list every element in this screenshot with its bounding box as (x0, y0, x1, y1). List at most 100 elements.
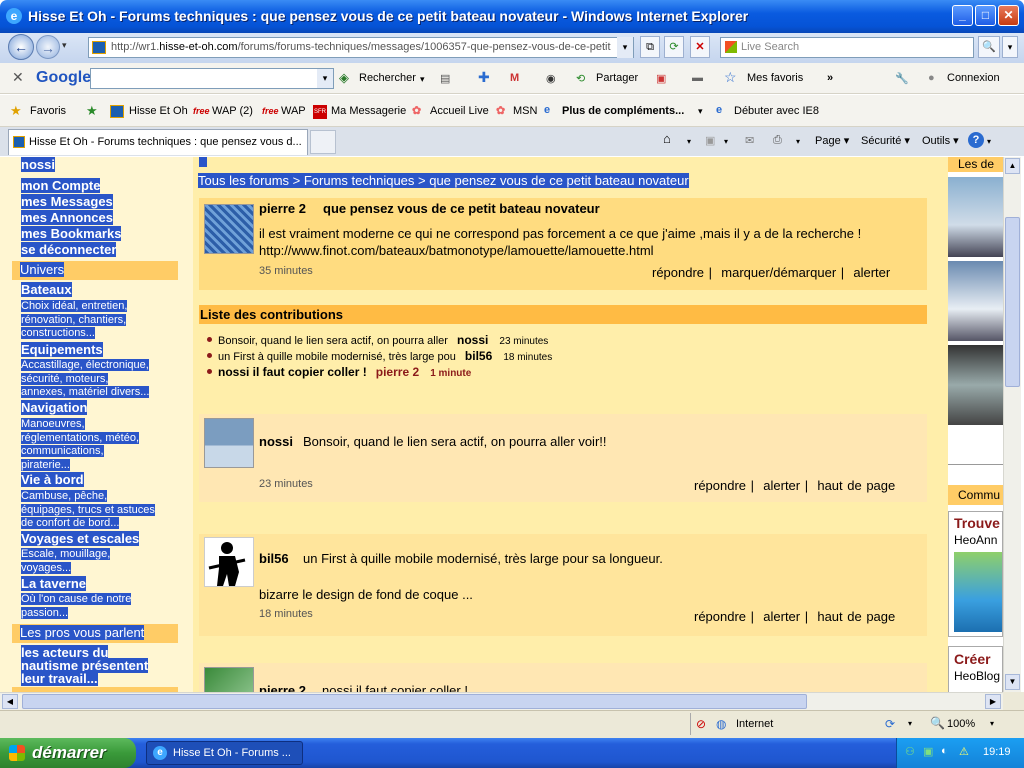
fav-debuter-ie8[interactable]: Débuter avec IE8 (734, 105, 819, 117)
horizontal-scroll-thumb[interactable] (22, 694, 807, 709)
network-icon[interactable]: ⚇ (905, 745, 915, 758)
security-menu[interactable]: Sécurité ▾ (861, 134, 910, 147)
boat-photo[interactable] (948, 177, 1003, 257)
sidebar-username[interactable]: nossi (21, 157, 55, 173)
sidewiki-icon[interactable]: ▬ (692, 72, 703, 84)
vertical-scrollbar[interactable]: ▲ ▼ (1003, 157, 1021, 692)
section-navigation-desc[interactable]: Manoeuvres, réglementations, météo, comm… (21, 418, 140, 472)
mail-icon[interactable]: ✉ (745, 134, 754, 147)
scroll-down-icon[interactable]: ▼ (1005, 674, 1020, 690)
help-icon[interactable]: ? (968, 132, 984, 148)
fav-wap[interactable]: WAP (281, 105, 306, 117)
post-author[interactable]: nossi (259, 434, 293, 449)
boat-photo[interactable] (948, 345, 1003, 425)
back-button[interactable]: ← (8, 34, 34, 60)
reply-link[interactable]: répondre (652, 265, 704, 280)
more-chevron-icon[interactable]: » (827, 72, 833, 84)
battery-icon[interactable]: ▣ (923, 745, 933, 758)
section-vie-a-bord-desc[interactable]: Cambuse, pêche, équipages, trucs et astu… (21, 490, 155, 531)
section-equipements-desc[interactable]: Accastillage, électronique, sécurité, mo… (21, 359, 150, 400)
section-navigation[interactable]: Navigation (21, 400, 88, 416)
protected-mode-icon[interactable]: ⟳ (885, 717, 895, 731)
login-button[interactable]: Connexion (947, 72, 1000, 84)
blog-box[interactable]: Créer HeoBlog (948, 646, 1003, 692)
scroll-up-icon[interactable]: ▲ (1005, 158, 1020, 174)
search-options-icon[interactable]: ▾ (1002, 36, 1018, 58)
feeds-dropdown-icon[interactable]: ▾ (724, 137, 728, 146)
maximize-button[interactable]: □ (975, 5, 996, 26)
volume-icon[interactable]: ◐ (941, 745, 948, 757)
address-bar[interactable]: http://wr1.hisse-et-oh.com/forums/forums… (88, 37, 634, 58)
post-author[interactable]: bil56 (259, 551, 289, 566)
top-of-page-link[interactable]: haut de page (817, 478, 895, 493)
toolbar-page-icon[interactable]: ▤ (440, 72, 450, 85)
section-voyages-desc[interactable]: Escale, mouillage, voyages... (21, 548, 111, 575)
my-favorites-button[interactable]: Mes favoris (747, 72, 803, 84)
taskbar-ie-window[interactable]: e Hisse Et Oh - Forums ... (146, 741, 303, 765)
addons-dropdown-icon[interactable]: ▾ (698, 106, 703, 117)
link-mes-annonces[interactable]: mes Annonces (21, 210, 113, 226)
section-equipements[interactable]: Equipements (21, 342, 103, 358)
breadcrumb[interactable]: Tous les forums > Forums techniques > qu… (198, 173, 689, 188)
scroll-right-icon[interactable]: ▶ (985, 694, 1001, 709)
link-deconnecter[interactable]: se déconnecter (21, 242, 117, 258)
favorites-button[interactable]: Favoris (30, 105, 66, 117)
feeds-icon[interactable]: ▣ (705, 134, 715, 147)
compat-view-icon[interactable]: ⧉ (640, 36, 660, 58)
topic-author[interactable]: pierre 2 (259, 201, 306, 216)
print-dropdown-icon[interactable]: ▾ (796, 137, 800, 146)
wrench-icon[interactable]: 🔧 (895, 72, 909, 85)
gmail-icon[interactable]: M (510, 72, 519, 84)
top-of-page-link[interactable]: haut de page (817, 609, 895, 624)
section-vie-a-bord[interactable]: Vie à bord (21, 472, 84, 488)
alert-link[interactable]: alerter (763, 478, 800, 493)
contribution-item[interactable]: un First à quille mobile modernisé, très… (207, 349, 552, 363)
horizontal-scrollbar[interactable]: ◀ ▶ (0, 692, 1003, 710)
boat-photo[interactable] (948, 261, 1003, 341)
fav-accueil-live[interactable]: Accueil Live (430, 105, 489, 117)
print-icon[interactable]: ⎙ (773, 134, 782, 147)
vertical-scroll-thumb[interactable] (1005, 217, 1020, 387)
globe-icon[interactable]: ◉ (546, 72, 556, 85)
close-button[interactable]: ✕ (998, 5, 1019, 26)
page-menu[interactable]: Page ▾ (815, 134, 849, 147)
share-button[interactable]: Partager (596, 72, 638, 84)
section-taverne-desc[interactable]: Où l'on cause de notre passion... (21, 593, 132, 620)
alert-link[interactable]: alerter (763, 609, 800, 624)
link-mes-bookmarks[interactable]: mes Bookmarks (21, 226, 122, 242)
stop-icon[interactable]: ✕ (690, 36, 710, 58)
star-icon[interactable]: ☆ (724, 69, 737, 86)
toolbar-close-icon[interactable]: ✕ (12, 69, 24, 86)
clock[interactable]: 19:19 (983, 746, 1011, 758)
post-author[interactable]: pierre 2 (259, 683, 306, 692)
start-button[interactable]: démarrer (0, 738, 136, 768)
link-mon-compte[interactable]: mon Compte (21, 178, 101, 194)
topic-link[interactable]: http://www.finot.com/bateaux/batmonotype… (259, 243, 654, 258)
annonces-box[interactable]: Trouve HeoAnn (948, 511, 1003, 637)
alert-link[interactable]: alerter (853, 265, 890, 280)
tools-menu[interactable]: Outils ▾ (922, 134, 959, 147)
google-search-dropdown-icon[interactable]: ▾ (317, 69, 333, 88)
add-favorite-icon[interactable]: ★ (86, 103, 98, 119)
protected-dropdown-icon[interactable]: ▾ (908, 719, 912, 728)
plus-icon[interactable]: ✚ (478, 69, 490, 86)
zoom-dropdown-icon[interactable]: ▾ (990, 719, 994, 728)
pros-link[interactable]: les acteurs du nautisme présentent leur … (21, 645, 149, 686)
fav-more-addons[interactable]: Plus de compléments... (562, 105, 684, 117)
address-dropdown-icon[interactable]: ▾ (617, 37, 633, 58)
section-bateaux-desc[interactable]: Choix idéal, entretien, rénovation, chan… (21, 300, 128, 341)
help-dropdown-icon[interactable]: ▾ (987, 137, 991, 146)
search-go-icon[interactable]: 🔍 (978, 36, 1000, 58)
security-center-icon[interactable]: ⚠ (959, 745, 969, 758)
contribution-item[interactable]: Bonsoir, quand le lien sera actif, on po… (207, 333, 548, 347)
forward-button[interactable]: → (36, 35, 60, 59)
search-dropdown-icon[interactable]: ▾ (420, 74, 425, 85)
new-tab-button[interactable] (310, 130, 336, 154)
refresh-icon[interactable]: ⟳ (664, 36, 684, 58)
section-taverne[interactable]: La taverne (21, 576, 87, 592)
fav-wap2[interactable]: WAP (2) (212, 105, 253, 117)
home-icon[interactable]: ⌂ (663, 131, 671, 146)
section-voyages[interactable]: Voyages et escales (21, 531, 140, 547)
fav-hisseetoh[interactable]: Hisse Et Oh (129, 105, 188, 117)
reply-link[interactable]: répondre (694, 609, 746, 624)
